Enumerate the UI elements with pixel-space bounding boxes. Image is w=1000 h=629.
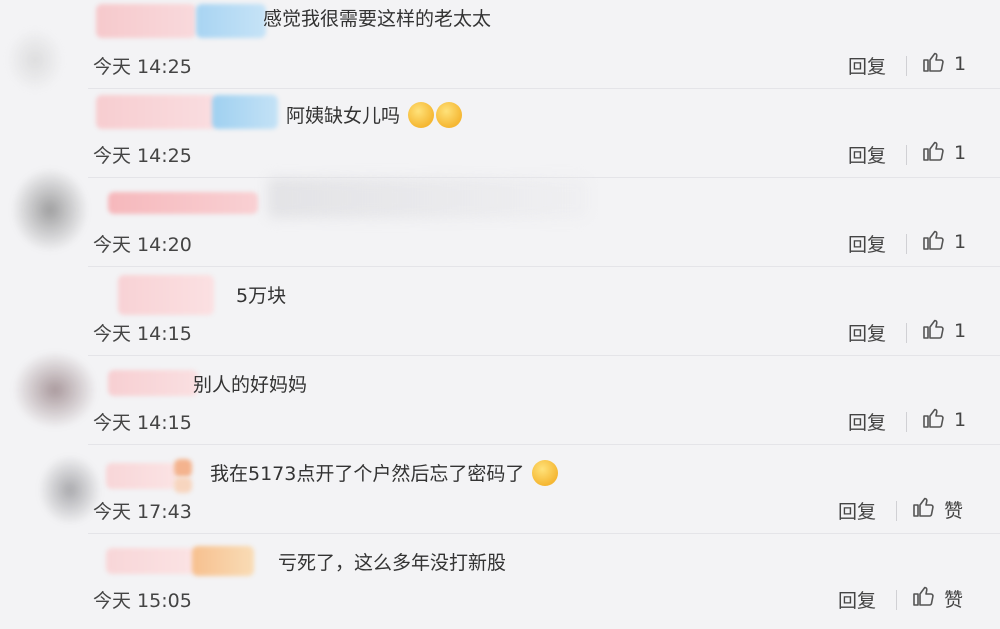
blurred-username — [106, 463, 176, 489]
reply-button[interactable]: 回复 — [838, 586, 876, 613]
comment-timestamp: 今天 14:15 — [93, 323, 192, 345]
comment-item: 亏死了，这么多年没打新股 今天 15:05 回复 赞 — [88, 534, 1000, 623]
divider — [896, 590, 897, 610]
like-button[interactable]: 1 — [922, 139, 966, 167]
comment-text: 感觉我很需要这样的老太太 — [263, 8, 492, 30]
divider — [906, 412, 907, 432]
comment-item: 我在5173点开了个户然后忘了密码了 今天 17:43 回复 赞 — [88, 445, 1000, 534]
blurred-username — [108, 370, 198, 396]
comment-item: 5万块 今天 14:15 回复 1 — [88, 267, 1000, 356]
thumbs-up-icon — [922, 50, 946, 78]
thumbs-up-icon — [922, 317, 946, 345]
divider — [906, 56, 907, 76]
blurred-username — [212, 95, 278, 129]
divider — [906, 323, 907, 343]
blurred-username — [196, 4, 266, 38]
smiley-emoji-icon — [532, 459, 559, 486]
smiley-emoji-icon — [408, 101, 435, 128]
blurred-username — [106, 548, 196, 574]
like-button[interactable]: 1 — [922, 50, 966, 78]
divider — [906, 234, 907, 254]
reply-button[interactable]: 回复 — [848, 52, 886, 79]
comment-text: 别人的好妈妈 — [193, 374, 308, 396]
comment-timestamp: 今天 14:20 — [93, 234, 192, 256]
comment-item: 感觉我很需要这样的老太太 今天 14:25 回复 1 — [88, 0, 1000, 89]
blurred-username — [192, 546, 254, 576]
divider — [896, 501, 897, 521]
blurred-username — [174, 477, 192, 493]
like-button[interactable]: 1 — [922, 406, 966, 434]
smiley-emoji-icon — [436, 101, 463, 128]
comment-text: 亏死了，这么多年没打新股 — [278, 552, 507, 574]
thumbs-up-icon — [922, 228, 946, 256]
reply-button[interactable]: 回复 — [838, 497, 876, 524]
like-count: 1 — [954, 231, 967, 253]
like-label: 赞 — [944, 588, 964, 611]
blurred-username — [96, 4, 196, 38]
comment-timestamp: 今天 15:05 — [93, 590, 192, 612]
like-count: 1 — [954, 320, 967, 342]
blurred-username — [96, 95, 216, 129]
like-button[interactable]: 1 — [922, 228, 966, 256]
comment-timestamp: 今天 14:15 — [93, 412, 192, 434]
comment-timestamp: 今天 14:25 — [93, 145, 192, 167]
blurred-username — [174, 459, 192, 477]
reply-button[interactable]: 回复 — [848, 230, 886, 257]
like-button[interactable]: 赞 — [912, 584, 963, 612]
comment-text: 5万块 — [236, 285, 287, 307]
like-count: 1 — [954, 142, 967, 164]
like-count: 1 — [954, 409, 967, 431]
blurred-username — [108, 192, 258, 214]
blurred-username — [118, 275, 214, 315]
comment-timestamp: 今天 17:43 — [93, 501, 192, 523]
comment-item: 别人的好妈妈 今天 14:15 回复 1 — [88, 356, 1000, 445]
comment-item: 今天 14:20 回复 1 — [88, 178, 1000, 267]
thumbs-up-icon — [912, 495, 936, 523]
divider — [906, 145, 907, 165]
like-button[interactable]: 赞 — [912, 495, 963, 523]
like-button[interactable]: 1 — [922, 317, 966, 345]
comment-text: 阿姨缺女儿吗 — [286, 101, 463, 130]
like-label: 赞 — [944, 499, 964, 522]
comment-timestamp: 今天 14:25 — [93, 56, 192, 78]
comment-text: 我在5173点开了个户然后忘了密码了 — [210, 459, 559, 488]
like-count: 1 — [954, 53, 967, 75]
reply-button[interactable]: 回复 — [848, 319, 886, 346]
comment-item: 阿姨缺女儿吗 今天 14:25 回复 1 — [88, 89, 1000, 178]
thumbs-up-icon — [922, 406, 946, 434]
thumbs-up-icon — [912, 584, 936, 612]
reply-button[interactable]: 回复 — [848, 141, 886, 168]
reply-button[interactable]: 回复 — [848, 408, 886, 435]
blurred-comment — [268, 178, 588, 218]
thumbs-up-icon — [922, 139, 946, 167]
